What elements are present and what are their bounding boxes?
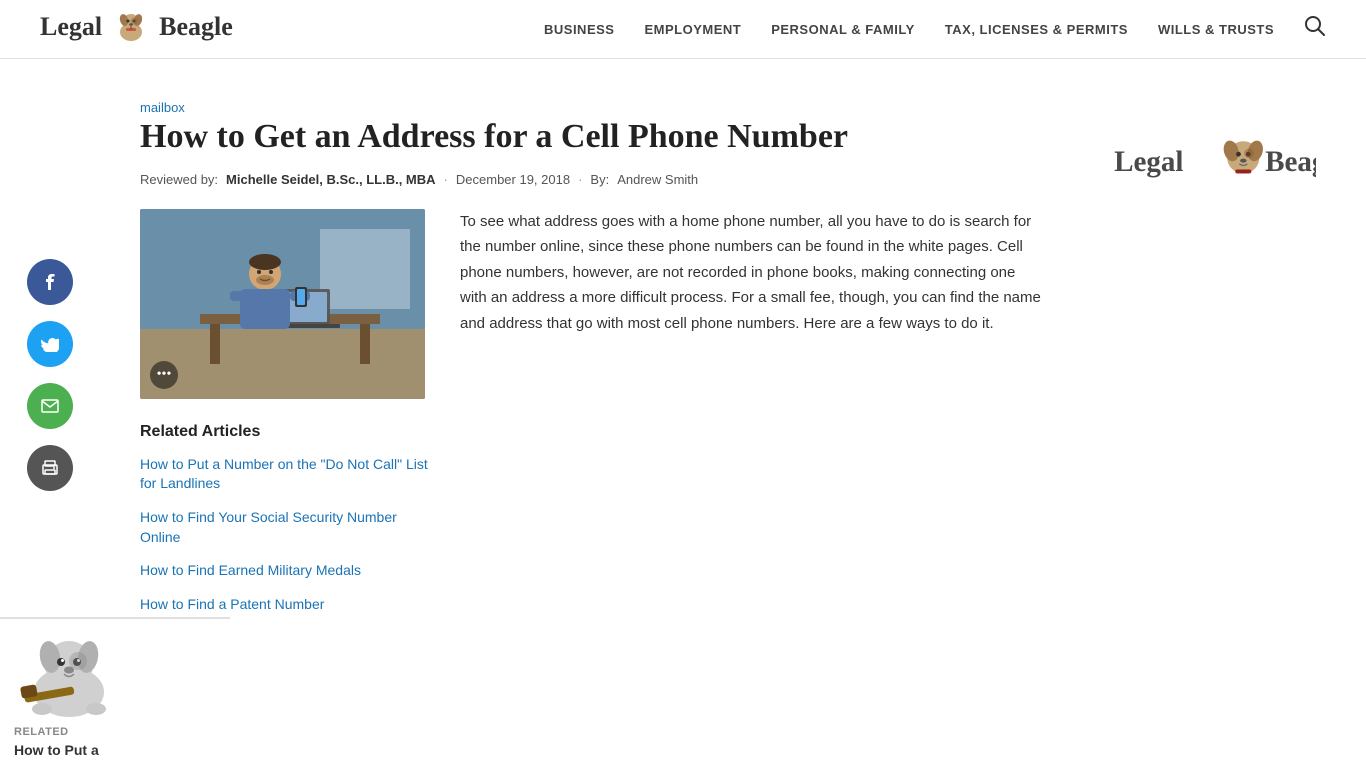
sidebar-logo: Legal Beagle — [1086, 99, 1336, 219]
nav-item-wills[interactable]: WILLS & TRUSTS — [1158, 22, 1274, 37]
nav-item-employment[interactable]: EMPLOYMENT — [644, 22, 741, 37]
reviewer-name: Michelle Seidel, B.Sc., LL.B., MBA — [226, 172, 436, 187]
social-sidebar — [0, 59, 100, 654]
image-more-button[interactable]: ••• — [150, 361, 178, 389]
article-image: ••• — [140, 209, 425, 399]
article-left-col: ••• Related Articles How to Put a Number… — [140, 209, 430, 615]
search-button[interactable] — [1304, 15, 1326, 43]
list-item: How to Find Your Social Security Number … — [140, 508, 430, 547]
list-item: How to Find Earned Military Medals — [140, 561, 430, 581]
email-share-button[interactable] — [27, 383, 73, 429]
svg-text:Legal: Legal — [1114, 146, 1183, 178]
main-nav: BUSINESS EMPLOYMENT PERSONAL & FAMILY TA… — [544, 15, 1326, 43]
bottom-related-card: RELATED How to Put a — [0, 617, 230, 768]
dog-mascot-container — [0, 619, 230, 722]
related-text: How to Put a — [14, 742, 216, 758]
meta-separator-2: · — [578, 172, 582, 187]
print-icon — [41, 460, 59, 476]
facebook-icon — [45, 273, 55, 291]
search-icon — [1304, 15, 1326, 37]
related-articles: Related Articles How to Put a Number on … — [140, 423, 430, 615]
publish-date: December 19, 2018 — [456, 172, 570, 187]
email-icon — [41, 399, 59, 413]
sidebar-logo-svg: Legal Beagle — [1106, 119, 1316, 199]
article-text: To see what address goes with a home pho… — [460, 209, 1046, 615]
article-image-svg — [140, 209, 425, 399]
list-item: How to Find a Patent Number — [140, 595, 430, 615]
logo[interactable]: Legal Beagl — [40, 10, 233, 48]
bottom-related-text-area: RELATED How to Put a — [0, 722, 230, 768]
related-label: RELATED — [14, 726, 216, 738]
print-button[interactable] — [27, 445, 73, 491]
more-icon: ••• — [157, 367, 172, 383]
breadcrumb[interactable]: mailbox — [140, 100, 185, 115]
related-link-1[interactable]: How to Put a Number on the "Do Not Call"… — [140, 456, 428, 492]
related-articles-list: How to Put a Number on the "Do Not Call"… — [140, 455, 430, 615]
related-link-3[interactable]: How to Find Earned Military Medals — [140, 562, 361, 578]
facebook-share-button[interactable] — [27, 259, 73, 305]
nav-item-business[interactable]: BUSINESS — [544, 22, 614, 37]
related-link-4[interactable]: How to Find a Patent Number — [140, 596, 324, 612]
logo-text: Legal Beagl — [40, 10, 233, 48]
article-body: ••• Related Articles How to Put a Number… — [140, 209, 1046, 615]
article-meta: Reviewed by: Michelle Seidel, B.Sc., LL.… — [140, 172, 1046, 187]
site-header: Legal Beagl — [0, 0, 1366, 59]
meta-separator-1: · — [444, 172, 448, 187]
mascot-dog-icon — [14, 627, 124, 717]
nav-item-personal-family[interactable]: PERSONAL & FAMILY — [771, 22, 915, 37]
twitter-icon — [41, 337, 59, 352]
reviewed-by-label: Reviewed by: — [140, 172, 218, 187]
logo-dog-icon — [112, 10, 150, 48]
content-area: mailbox How to Get an Address for a Cell… — [100, 59, 1066, 654]
nav-item-tax[interactable]: TAX, LICENSES & PERMITS — [945, 22, 1128, 37]
svg-text:Beagle: Beagle — [1265, 146, 1316, 178]
author-name: Andrew Smith — [617, 172, 698, 187]
page-container: mailbox How to Get an Address for a Cell… — [0, 59, 1366, 654]
related-articles-heading: Related Articles — [140, 423, 430, 441]
list-item: How to Put a Number on the "Do Not Call"… — [140, 455, 430, 494]
article-title: How to Get an Address for a Cell Phone N… — [140, 117, 1046, 158]
right-sidebar: Legal Beagle — [1066, 59, 1366, 654]
by-label: By: — [590, 172, 609, 187]
twitter-share-button[interactable] — [27, 321, 73, 367]
related-link-2[interactable]: How to Find Your Social Security Number … — [140, 509, 397, 545]
